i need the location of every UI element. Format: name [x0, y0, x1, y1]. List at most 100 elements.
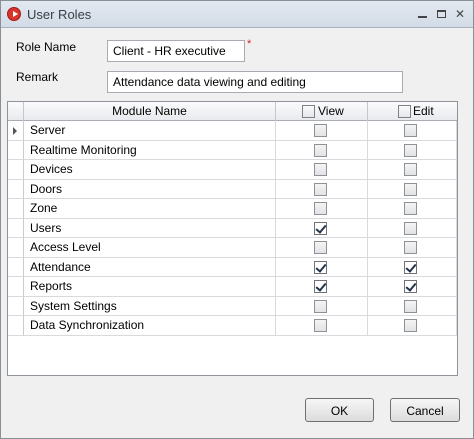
row-selector[interactable] — [8, 316, 24, 336]
view-cell — [276, 277, 368, 297]
view-checkbox[interactable] — [314, 163, 327, 176]
app-logo-icon — [7, 7, 21, 21]
edit-cell — [368, 179, 457, 199]
table-row[interactable]: Devices — [8, 160, 457, 180]
row-selector[interactable] — [8, 257, 24, 277]
remark-input[interactable] — [107, 71, 403, 93]
row-selector[interactable] — [8, 160, 24, 180]
maximize-button[interactable] — [432, 5, 450, 23]
view-checkbox[interactable] — [314, 124, 327, 137]
maximize-icon — [436, 10, 446, 18]
view-checkbox[interactable] — [314, 221, 327, 235]
edit-checkbox[interactable] — [404, 182, 417, 196]
module-name-cell: Server — [24, 121, 276, 141]
cancel-button[interactable]: Cancel — [390, 398, 460, 422]
view-cell — [276, 316, 368, 336]
view-checkbox[interactable] — [314, 143, 327, 157]
row-selector-header — [8, 102, 24, 121]
edit-cell — [368, 316, 457, 336]
view-cell — [276, 160, 368, 180]
row-selector[interactable] — [8, 199, 24, 219]
row-selector[interactable] — [8, 140, 24, 160]
permissions-grid: Module Name View Edit Server Realtime Mon… — [7, 101, 458, 376]
close-icon: ✕ — [454, 7, 466, 21]
edit-header[interactable]: Edit — [368, 102, 457, 121]
edit-checkbox[interactable] — [404, 241, 417, 254]
edit-checkbox[interactable] — [404, 143, 417, 157]
close-button[interactable]: ✕ — [451, 5, 469, 23]
row-selector[interactable] — [8, 277, 24, 297]
edit-checkbox[interactable] — [404, 124, 417, 137]
edit-checkbox[interactable] — [404, 280, 417, 293]
window-title: User Roles — [27, 7, 92, 22]
table-row[interactable]: Server — [8, 121, 457, 141]
edit-cell — [368, 160, 457, 180]
table-row[interactable]: System Settings — [8, 296, 457, 316]
module-name-cell: Reports — [24, 277, 276, 297]
edit-checkbox[interactable] — [404, 319, 417, 332]
grid-header: Module Name View Edit — [8, 102, 457, 121]
module-name-cell: Data Synchronization — [24, 316, 276, 336]
row-selector[interactable] — [8, 238, 24, 258]
view-all-checkbox[interactable] — [302, 105, 315, 118]
minimize-icon — [417, 16, 427, 18]
module-name-cell: Realtime Monitoring — [24, 140, 276, 160]
view-checkbox[interactable] — [314, 202, 327, 215]
view-cell — [276, 218, 368, 238]
row-selector[interactable] — [8, 296, 24, 316]
module-name-cell: System Settings — [24, 296, 276, 316]
row-selector[interactable] — [8, 218, 24, 238]
module-name-cell: Devices — [24, 160, 276, 180]
view-checkbox[interactable] — [314, 182, 327, 196]
view-cell — [276, 140, 368, 160]
edit-checkbox[interactable] — [404, 221, 417, 235]
module-name-cell: Doors — [24, 179, 276, 199]
edit-cell — [368, 238, 457, 258]
table-row[interactable]: Zone — [8, 199, 457, 219]
table-row[interactable]: Access Level — [8, 238, 457, 258]
edit-checkbox[interactable] — [404, 299, 417, 313]
view-cell — [276, 199, 368, 219]
table-row[interactable]: Attendance — [8, 257, 457, 277]
table-row[interactable]: Realtime Monitoring — [8, 140, 457, 160]
edit-cell — [368, 140, 457, 160]
edit-checkbox[interactable] — [404, 163, 417, 176]
required-marker: * — [247, 38, 252, 50]
table-row[interactable]: Doors — [8, 179, 457, 199]
ok-button[interactable]: OK — [305, 398, 374, 422]
view-checkbox[interactable] — [314, 299, 327, 313]
row-selector[interactable] — [8, 121, 24, 141]
view-checkbox[interactable] — [314, 280, 327, 293]
edit-all-checkbox[interactable] — [398, 105, 411, 118]
table-row[interactable]: Data Synchronization — [8, 316, 457, 336]
view-cell — [276, 179, 368, 199]
view-cell — [276, 296, 368, 316]
view-header-label: View — [318, 104, 344, 118]
module-name-cell: Access Level — [24, 238, 276, 258]
table-row[interactable]: Users — [8, 218, 457, 238]
view-cell — [276, 257, 368, 277]
view-header[interactable]: View — [276, 102, 368, 121]
minimize-button[interactable] — [413, 5, 431, 23]
edit-cell — [368, 121, 457, 141]
edit-cell — [368, 277, 457, 297]
edit-checkbox[interactable] — [404, 202, 417, 215]
current-row-arrow-icon — [13, 127, 17, 135]
edit-cell — [368, 257, 457, 277]
edit-header-label: Edit — [413, 104, 434, 118]
edit-checkbox[interactable] — [404, 260, 417, 274]
role-name-input[interactable] — [107, 40, 245, 62]
title-bar: User Roles ✕ — [1, 1, 473, 28]
table-row[interactable]: Reports — [8, 277, 457, 297]
view-cell — [276, 238, 368, 258]
module-name-cell: Attendance — [24, 257, 276, 277]
module-name-cell: Zone — [24, 199, 276, 219]
module-name-cell: Users — [24, 218, 276, 238]
row-selector[interactable] — [8, 179, 24, 199]
view-checkbox[interactable] — [314, 260, 327, 274]
module-name-header[interactable]: Module Name — [24, 102, 276, 121]
view-checkbox[interactable] — [314, 241, 327, 254]
user-roles-dialog: User Roles ✕ Role Name * Remark Module N… — [0, 0, 474, 439]
role-name-label: Role Name — [16, 40, 77, 54]
view-checkbox[interactable] — [314, 319, 327, 332]
